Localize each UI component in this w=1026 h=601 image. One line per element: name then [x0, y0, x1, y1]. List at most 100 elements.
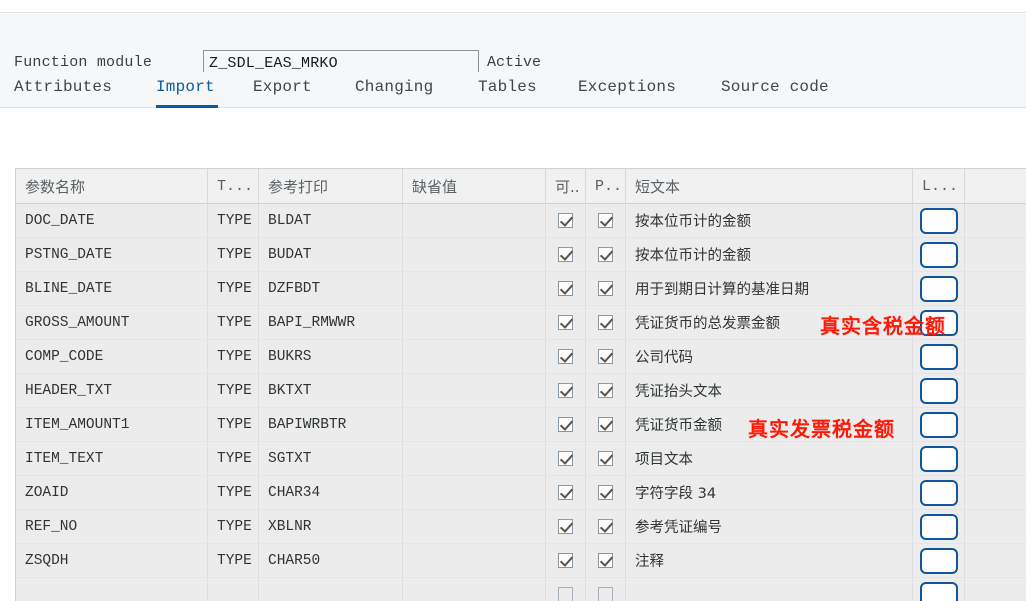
long-text-input[interactable]	[919, 411, 958, 438]
table-row[interactable]: HEADER_TXT TYPE BKTXT 凭证抬头文本	[16, 374, 1026, 408]
long-text-input[interactable]	[919, 445, 958, 472]
long-text-input[interactable]	[919, 241, 958, 268]
cell-long-text[interactable]	[913, 204, 965, 237]
tab-attributes[interactable]: Attributes	[14, 72, 132, 108]
cell-ref[interactable]: BUKRS	[259, 340, 403, 373]
optional-checkbox[interactable]	[558, 281, 573, 296]
cell-pass[interactable]	[586, 272, 626, 305]
cell-long-text[interactable]	[913, 238, 965, 271]
optional-checkbox[interactable]	[558, 383, 573, 398]
pass-value-checkbox[interactable]	[598, 349, 613, 364]
cell-long-text[interactable]	[913, 578, 965, 601]
pass-value-checkbox[interactable]	[598, 281, 613, 296]
column-header-typ[interactable]: T...	[208, 169, 259, 203]
cell-ref[interactable]: BAPI_RMWWR	[259, 306, 403, 339]
tab-exceptions[interactable]: Exceptions	[578, 72, 682, 108]
table-row[interactable]: COMP_CODE TYPE BUKRS 公司代码	[16, 340, 1026, 374]
cell-ref[interactable]	[259, 578, 403, 601]
cell-typ[interactable]: TYPE	[208, 272, 259, 305]
cell-long-text[interactable]	[913, 510, 965, 543]
cell-opt[interactable]	[546, 272, 586, 305]
cell-short-text[interactable]: 凭证抬头文本	[626, 374, 913, 407]
pass-value-checkbox[interactable]	[598, 485, 613, 500]
cell-pass[interactable]	[586, 578, 626, 601]
cell-def[interactable]	[403, 408, 546, 441]
long-text-input[interactable]	[919, 581, 958, 601]
cell-pass[interactable]	[586, 340, 626, 373]
table-row[interactable]: BLINE_DATE TYPE DZFBDT 用于到期日计算的基准日期	[16, 272, 1026, 306]
pass-value-checkbox[interactable]	[598, 213, 613, 228]
cell-long-text[interactable]	[913, 408, 965, 441]
optional-checkbox[interactable]	[558, 451, 573, 466]
long-text-input[interactable]	[919, 275, 958, 302]
cell-typ[interactable]: TYPE	[208, 544, 259, 577]
optional-checkbox[interactable]	[558, 417, 573, 432]
cell-short-text[interactable]: 凭证货币的总发票金额	[626, 306, 913, 339]
pass-value-checkbox[interactable]	[598, 315, 613, 330]
column-header-opt[interactable]: 可..	[546, 169, 586, 203]
column-header-name[interactable]: 参数名称	[16, 169, 208, 203]
table-row[interactable]: ITEM_AMOUNT1 TYPE BAPIWRBTR 凭证货币金额	[16, 408, 1026, 442]
cell-ref[interactable]: SGTXT	[259, 442, 403, 475]
long-text-input[interactable]	[919, 309, 958, 336]
cell-opt[interactable]	[546, 408, 586, 441]
cell-opt[interactable]	[546, 306, 586, 339]
cell-typ[interactable]: TYPE	[208, 374, 259, 407]
cell-pass[interactable]	[586, 544, 626, 577]
cell-name[interactable]: REF_NO	[16, 510, 208, 543]
cell-long-text[interactable]	[913, 340, 965, 373]
cell-name[interactable]: COMP_CODE	[16, 340, 208, 373]
long-text-input[interactable]	[919, 479, 958, 506]
cell-name[interactable]: ZOAID	[16, 476, 208, 509]
optional-checkbox[interactable]	[558, 315, 573, 330]
cell-ref[interactable]: CHAR34	[259, 476, 403, 509]
cell-pass[interactable]	[586, 306, 626, 339]
cell-def[interactable]	[403, 306, 546, 339]
cell-pass[interactable]	[586, 238, 626, 271]
table-row[interactable]: DOC_DATE TYPE BLDAT 按本位币计的金额	[16, 204, 1026, 238]
cell-long-text[interactable]	[913, 272, 965, 305]
cell-typ[interactable]: TYPE	[208, 306, 259, 339]
cell-name[interactable]: ITEM_TEXT	[16, 442, 208, 475]
optional-checkbox[interactable]	[558, 349, 573, 364]
cell-opt[interactable]	[546, 374, 586, 407]
optional-checkbox[interactable]	[558, 553, 573, 568]
cell-typ[interactable]	[208, 578, 259, 601]
table-row[interactable]: ZSQDH TYPE CHAR50 注释	[16, 544, 1026, 578]
long-text-input[interactable]	[919, 377, 958, 404]
cell-name[interactable]: ITEM_AMOUNT1	[16, 408, 208, 441]
cell-name[interactable]: ZSQDH	[16, 544, 208, 577]
cell-long-text[interactable]	[913, 544, 965, 577]
tab-import[interactable]: Import	[156, 72, 218, 108]
cell-opt[interactable]	[546, 476, 586, 509]
cell-def[interactable]	[403, 442, 546, 475]
column-header-def[interactable]: 缺省值	[403, 169, 546, 203]
cell-long-text[interactable]	[913, 476, 965, 509]
cell-name[interactable]: GROSS_AMOUNT	[16, 306, 208, 339]
pass-value-checkbox[interactable]	[598, 587, 613, 601]
cell-typ[interactable]: TYPE	[208, 238, 259, 271]
cell-opt[interactable]	[546, 578, 586, 601]
cell-typ[interactable]: TYPE	[208, 476, 259, 509]
pass-value-checkbox[interactable]	[598, 383, 613, 398]
cell-pass[interactable]	[586, 408, 626, 441]
optional-checkbox[interactable]	[558, 519, 573, 534]
cell-typ[interactable]: TYPE	[208, 442, 259, 475]
column-header-txt[interactable]: 短文本	[626, 169, 913, 203]
cell-opt[interactable]	[546, 510, 586, 543]
tab-export[interactable]: Export	[253, 72, 321, 108]
cell-pass[interactable]	[586, 204, 626, 237]
cell-pass[interactable]	[586, 374, 626, 407]
long-text-input[interactable]	[919, 547, 958, 574]
long-text-input[interactable]	[919, 513, 958, 540]
pass-value-checkbox[interactable]	[598, 519, 613, 534]
cell-name[interactable]: PSTNG_DATE	[16, 238, 208, 271]
table-row[interactable]: ZOAID TYPE CHAR34 字符字段 34	[16, 476, 1026, 510]
cell-pass[interactable]	[586, 442, 626, 475]
cell-typ[interactable]: TYPE	[208, 204, 259, 237]
cell-name[interactable]: HEADER_TXT	[16, 374, 208, 407]
column-header-pass[interactable]: P...	[586, 169, 626, 203]
cell-short-text[interactable]: 用于到期日计算的基准日期	[626, 272, 913, 305]
table-row[interactable]: REF_NO TYPE XBLNR 参考凭证编号	[16, 510, 1026, 544]
cell-opt[interactable]	[546, 238, 586, 271]
